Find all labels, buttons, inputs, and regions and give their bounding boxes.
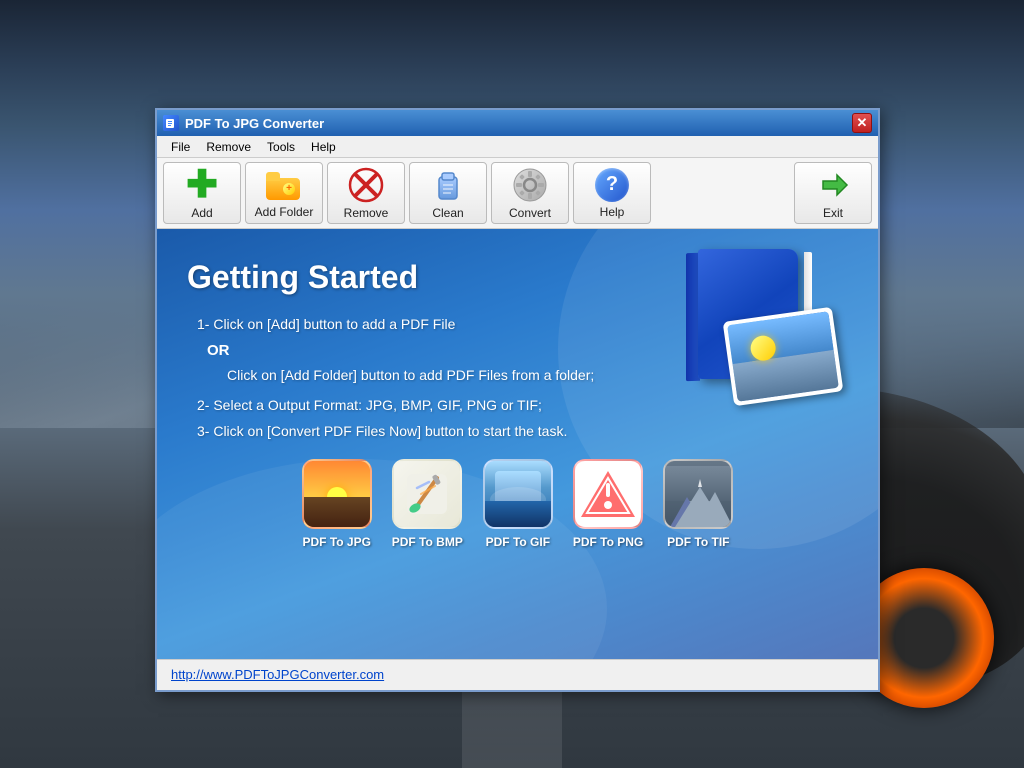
- exit-button[interactable]: Exit: [794, 162, 872, 224]
- help-button[interactable]: ? Help: [573, 162, 651, 224]
- jpg-icon: [302, 459, 372, 529]
- add-button[interactable]: ✚ Add: [163, 162, 241, 224]
- step-3-text: 3- Click on [Convert PDF Files Now] butt…: [187, 423, 848, 439]
- window-title: PDF To JPG Converter: [185, 116, 852, 131]
- app-icon: [163, 115, 179, 131]
- gif-label: PDF To GIF: [486, 535, 550, 549]
- help-icon: ?: [594, 167, 630, 202]
- menu-item-help[interactable]: Help: [303, 138, 344, 156]
- clean-icon: [430, 167, 466, 203]
- toolbar: ✚ Add + Add Folder: [157, 158, 878, 229]
- remove-icon: [348, 167, 384, 203]
- window-close-button[interactable]: ✕: [852, 113, 872, 133]
- format-icons-row: PDF To JPG PDF: [187, 459, 848, 549]
- format-icon-tif[interactable]: PDF To TIF: [663, 459, 733, 549]
- add-icon: ✚: [184, 167, 220, 203]
- add-folder-label: Add Folder: [255, 205, 314, 219]
- add-folder-button[interactable]: + Add Folder: [245, 162, 323, 224]
- png-icon: [573, 459, 643, 529]
- format-icon-bmp[interactable]: PDF To BMP: [392, 459, 463, 549]
- menu-item-tools[interactable]: Tools: [259, 138, 303, 156]
- gif-icon: [483, 459, 553, 529]
- remove-label: Remove: [344, 206, 389, 220]
- remove-button[interactable]: Remove: [327, 162, 405, 224]
- website-link[interactable]: http://www.PDFToJPGConverter.com: [171, 667, 384, 682]
- exit-icon: [815, 167, 851, 203]
- bmp-label: PDF To BMP: [392, 535, 463, 549]
- format-icon-png[interactable]: PDF To PNG: [573, 459, 643, 549]
- status-bar: http://www.PDFToJPGConverter.com: [157, 659, 878, 690]
- convert-label: Convert: [509, 206, 551, 220]
- convert-button[interactable]: Convert: [491, 162, 569, 224]
- bmp-icon: [392, 459, 462, 529]
- add-label: Add: [191, 206, 212, 220]
- app-window: PDF To JPG Converter ✕ File Remove Tools…: [155, 108, 880, 692]
- photo-card: [723, 307, 844, 406]
- clean-label: Clean: [432, 206, 463, 220]
- help-label: Help: [600, 205, 625, 219]
- menu-item-remove[interactable]: Remove: [198, 138, 259, 156]
- png-label: PDF To PNG: [573, 535, 643, 549]
- jpg-label: PDF To JPG: [302, 535, 370, 549]
- titlebar: PDF To JPG Converter ✕: [157, 110, 878, 136]
- menubar: File Remove Tools Help: [157, 136, 878, 158]
- menu-item-file[interactable]: File: [163, 138, 198, 156]
- tif-label: PDF To TIF: [667, 535, 729, 549]
- add-folder-icon: +: [266, 167, 302, 202]
- exit-label: Exit: [823, 206, 843, 220]
- format-icon-gif[interactable]: PDF To GIF: [483, 459, 553, 549]
- tif-icon: [663, 459, 733, 529]
- format-icon-jpg[interactable]: PDF To JPG: [302, 459, 372, 549]
- clean-button[interactable]: Clean: [409, 162, 487, 224]
- book-illustration: [658, 249, 838, 409]
- main-content-area: Getting Started 1- Click on [Add] button…: [157, 229, 878, 659]
- convert-icon: [512, 167, 548, 203]
